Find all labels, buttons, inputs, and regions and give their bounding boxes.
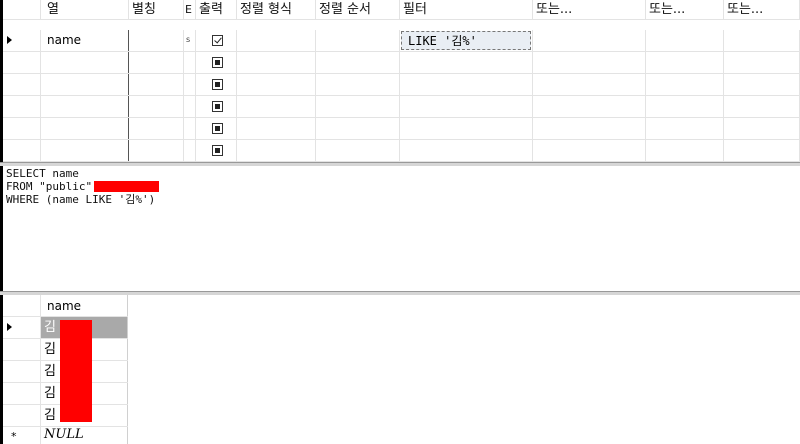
criteria-row[interactable]: [3, 74, 800, 96]
current-row-arrow-icon: [7, 36, 12, 44]
or-cell-1[interactable]: [533, 30, 646, 51]
output-checkbox[interactable]: [212, 123, 223, 134]
or-cell-2[interactable]: [646, 30, 724, 51]
output-checkbox[interactable]: [212, 79, 223, 90]
alias-cell[interactable]: [129, 30, 184, 51]
sql-line-from: FROM "public".: [6, 180, 99, 193]
or-cell-3[interactable]: [724, 30, 800, 51]
header-column[interactable]: 열: [41, 0, 129, 19]
header-output[interactable]: 출력: [196, 0, 237, 19]
row-selector[interactable]: [3, 30, 41, 51]
header-alias[interactable]: 별칭: [129, 0, 184, 19]
output-checkbox[interactable]: [212, 145, 223, 156]
results-header-name[interactable]: name: [41, 295, 128, 316]
filter-cell[interactable]: LIKE '김%': [400, 30, 533, 51]
sql-line-where: WHERE (name LIKE '김%'): [6, 193, 156, 206]
row-selector[interactable]: [3, 339, 41, 360]
new-row[interactable]: * NULL: [3, 427, 128, 444]
sort-type-cell[interactable]: [237, 30, 316, 51]
current-row-arrow-icon: [7, 323, 12, 331]
criteria-row[interactable]: [3, 118, 800, 140]
column-cell[interactable]: name: [41, 30, 129, 51]
row-selector[interactable]: [3, 361, 41, 382]
output-cell[interactable]: [196, 30, 237, 51]
filter-input[interactable]: LIKE '김%': [401, 31, 531, 50]
redaction-box: [60, 320, 92, 422]
output-checkbox[interactable]: [212, 35, 223, 46]
output-checkbox[interactable]: [212, 57, 223, 68]
row-selector[interactable]: [3, 317, 41, 338]
criteria-row[interactable]: [3, 140, 800, 162]
header-or-3[interactable]: 또는...: [724, 0, 800, 19]
header-filter[interactable]: 필터: [400, 0, 533, 19]
table-cell[interactable]: s: [184, 30, 196, 51]
new-row-star-icon: *: [11, 430, 17, 443]
row-selector[interactable]: [3, 405, 41, 426]
header-table[interactable]: E: [184, 0, 196, 19]
sort-order-cell[interactable]: [316, 30, 400, 51]
header-row-selector: [3, 0, 41, 19]
header-sort-type[interactable]: 정렬 형식: [237, 0, 316, 19]
header-row-selector: [3, 295, 41, 316]
header-or-1[interactable]: 또는...: [533, 0, 646, 19]
null-cell[interactable]: NULL: [41, 427, 128, 444]
results-header-row: name: [3, 295, 128, 317]
row-selector[interactable]: [3, 383, 41, 404]
sql-pane[interactable]: SELECT name FROM "public". WHERE (name L…: [0, 166, 800, 291]
new-row-selector[interactable]: *: [3, 427, 41, 444]
criteria-row[interactable]: name s LIKE '김%': [3, 30, 800, 52]
criteria-row[interactable]: [3, 52, 800, 74]
header-or-2[interactable]: 또는...: [646, 0, 724, 19]
sql-line-select: SELECT name: [6, 167, 79, 180]
redaction-box: [94, 181, 159, 192]
criteria-row[interactable]: [3, 96, 800, 118]
criteria-header-row: 열 별칭 E 출력 정렬 형식 정렬 순서 필터 또는... 또는... 또는.…: [3, 0, 800, 20]
header-sort-order[interactable]: 정렬 순서: [316, 0, 400, 19]
results-grid: name 김 김 김 김 김 * NULL: [0, 295, 800, 444]
output-checkbox[interactable]: [212, 101, 223, 112]
criteria-grid: 열 별칭 E 출력 정렬 형식 정렬 순서 필터 또는... 또는... 또는.…: [0, 0, 800, 162]
